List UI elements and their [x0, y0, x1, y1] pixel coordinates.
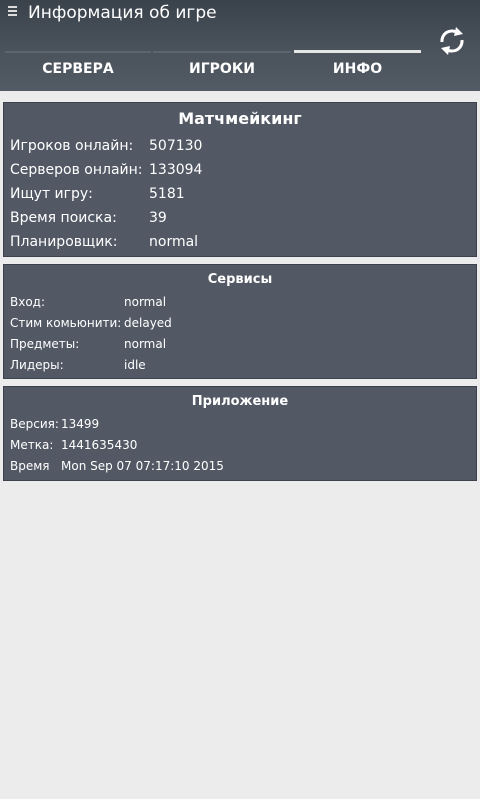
app-value: Mon Sep 07 07:17:10 2015 [61, 459, 224, 473]
services-card: Сервисы Вход: normal Стим комьюнити: del… [3, 264, 477, 379]
refresh-icon[interactable] [436, 24, 468, 58]
app-value: 1441635430 [61, 438, 138, 452]
stat-label: Серверов онлайн: [10, 162, 143, 178]
tab-label: СЕРВЕРА [42, 61, 114, 77]
service-status: normal [124, 337, 167, 351]
service-label: Предметы: [10, 337, 80, 351]
app-row: Время Mon Sep 07 07:17:10 2015 [10, 458, 470, 474]
stat-label: Планировщик: [10, 234, 118, 250]
app-value: 13499 [61, 417, 100, 431]
service-row: Вход: normal [10, 294, 470, 310]
stat-row: Серверов онлайн: 133094 [10, 160, 470, 180]
matchmaking-card: Матчмейкинг Игроков онлайн: 507130 Серве… [3, 102, 477, 257]
stat-label: Игроков онлайн: [10, 138, 134, 154]
tab-label: ИНФО [332, 61, 383, 77]
stat-row: Время поиска: 39 [10, 208, 470, 228]
stat-row: Ищут игру: 5181 [10, 184, 470, 204]
app-title: Приложение [191, 394, 289, 409]
stat-value: 507130 [149, 138, 203, 154]
stat-value: 133094 [149, 162, 203, 178]
menu-icon[interactable] [6, 6, 18, 18]
service-label: Стим комьюнити: [10, 316, 122, 330]
services-title: Сервисы [207, 272, 273, 287]
stat-value: normal [149, 234, 199, 250]
stat-row: Планировщик: normal [10, 232, 470, 252]
app-bar: Информация об игре СЕРВЕРА ИГРОКИ ИНФО [0, 0, 480, 91]
stat-row: Игроков онлайн: 507130 [10, 136, 470, 156]
service-row: Предметы: normal [10, 336, 470, 352]
app-row: Метка: 1441635430 [10, 437, 470, 453]
stat-label: Ищут игру: [10, 186, 93, 202]
service-label: Вход: [10, 295, 46, 309]
service-status: normal [124, 295, 167, 309]
app-row: Версия: 13499 [10, 416, 470, 432]
stat-value: 39 [149, 210, 167, 226]
service-label: Лидеры: [10, 358, 64, 372]
page-title: Информация об игре [28, 3, 217, 23]
tab-servers[interactable]: СЕРВЕРА [5, 48, 151, 91]
stat-value: 5181 [149, 186, 185, 202]
app-label: Метка: [10, 438, 54, 452]
tab-players[interactable]: ИГРОКИ [153, 48, 291, 91]
service-row: Лидеры: idle [10, 357, 470, 373]
service-status: delayed [124, 316, 172, 330]
tab-label: ИГРОКИ [189, 61, 255, 77]
stat-label: Время поиска: [10, 210, 117, 226]
service-status: idle [124, 358, 146, 372]
app-card: Приложение Версия: 13499 Метка: 14416354… [3, 386, 477, 481]
service-row: Стим комьюнити: delayed [10, 315, 470, 331]
app-label: Время [10, 459, 50, 473]
app-label: Версия: [10, 417, 59, 431]
tab-bar: СЕРВЕРА ИГРОКИ ИНФО [0, 48, 430, 91]
tab-info[interactable]: ИНФО [294, 48, 421, 91]
matchmaking-title: Матчмейкинг [178, 109, 302, 128]
